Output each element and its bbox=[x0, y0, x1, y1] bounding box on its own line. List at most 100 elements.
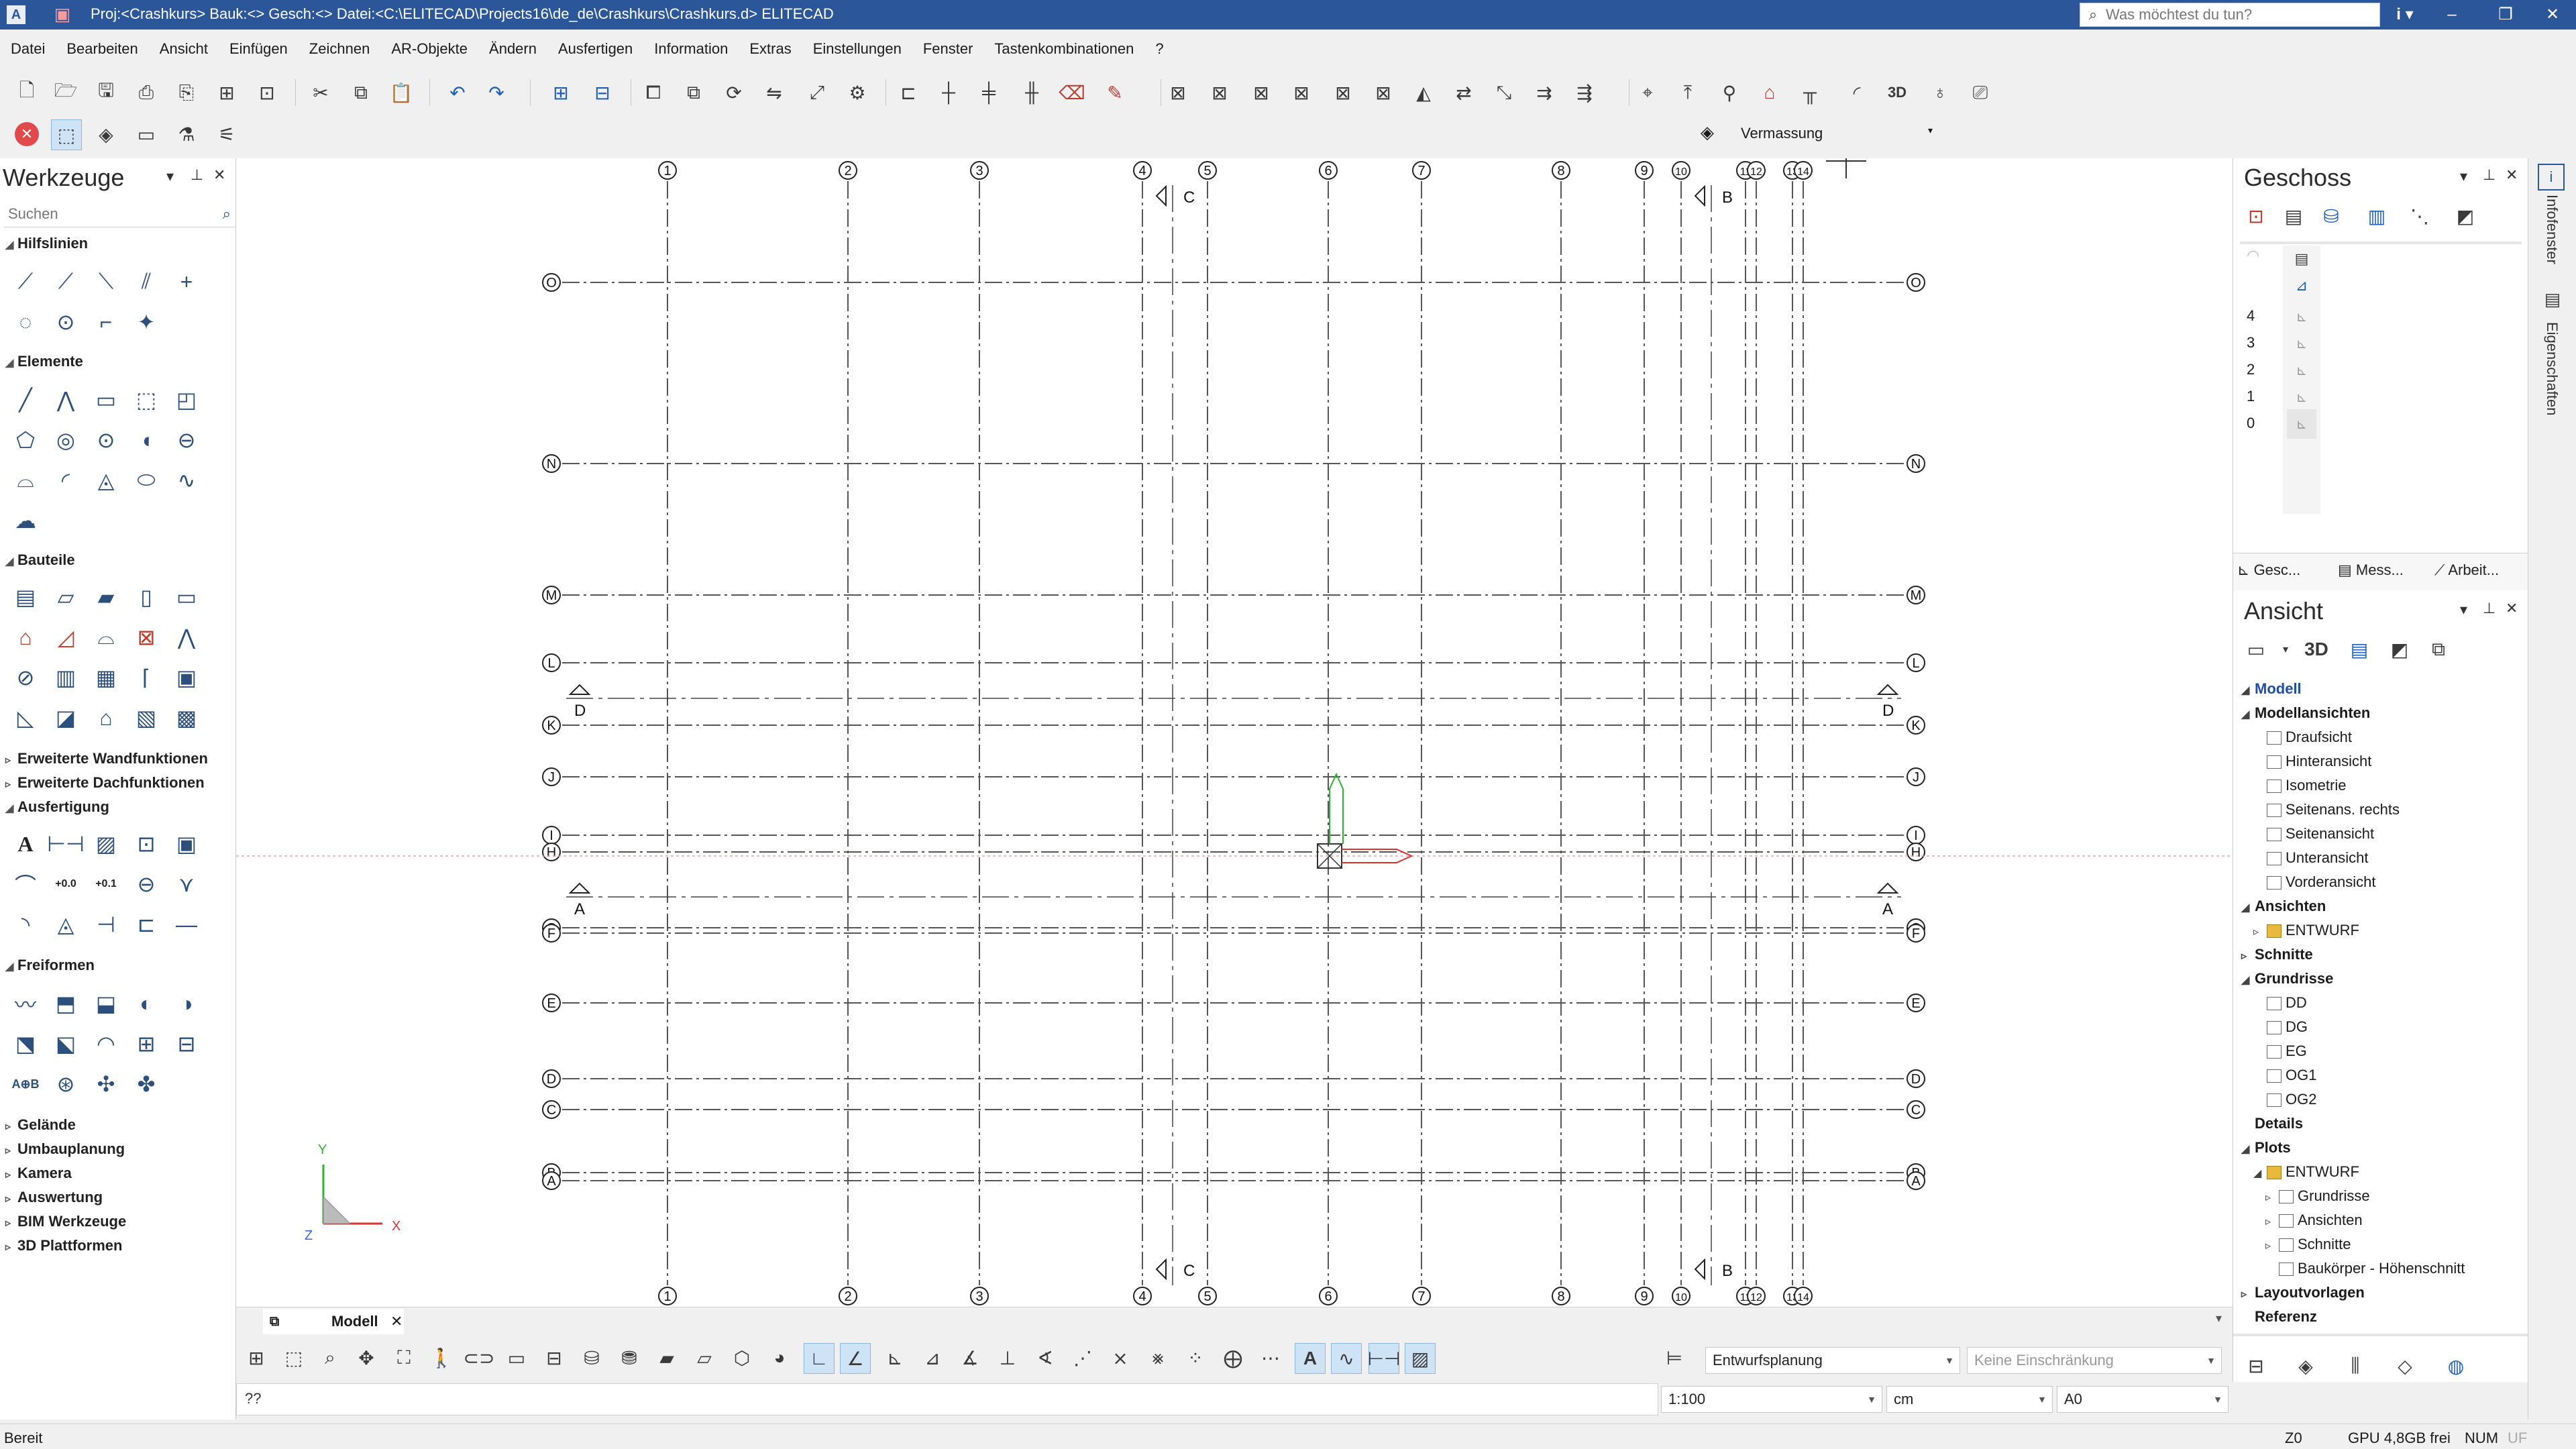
diameter-icon[interactable]: ⊖ bbox=[130, 868, 162, 900]
floor-tree-icon[interactable]: ⋱ bbox=[2405, 201, 2434, 231]
menu-ausfertigen[interactable]: Ausfertigen bbox=[547, 30, 643, 68]
zoom-select-icon[interactable]: ⬚ bbox=[279, 1343, 309, 1373]
center-circle-icon[interactable]: ⊙ bbox=[90, 424, 122, 456]
properties-icon[interactable]: ▤ bbox=[2538, 284, 2567, 314]
section-kamera[interactable]: ▹ Kamera bbox=[5, 1165, 72, 1182]
tree-item[interactable]: DD bbox=[2253, 994, 2307, 1012]
floor-stack-icon[interactable]: ⛁ bbox=[2316, 201, 2346, 231]
rotate-icon[interactable]: ⟳ bbox=[719, 78, 749, 107]
beam-icon[interactable]: ▭ bbox=[170, 581, 203, 613]
dimension-display-icon[interactable]: ⊢⊣ bbox=[1368, 1343, 1400, 1374]
parallel-line-icon[interactable]: ⟋ bbox=[50, 266, 82, 298]
render-icon[interactable]: ⛁ bbox=[577, 1343, 606, 1373]
snap-icon[interactable]: ⌖ bbox=[1633, 78, 1662, 107]
dotted-rectangle-icon[interactable]: ⬚ bbox=[130, 384, 162, 416]
menu-information[interactable]: Information bbox=[643, 30, 739, 68]
view-bottom-icon[interactable]: ⊠ bbox=[1368, 78, 1398, 107]
pin-icon[interactable]: ⊥ bbox=[2483, 600, 2496, 617]
floor-2[interactable]: 2 bbox=[2247, 361, 2255, 378]
floor-properties-icon[interactable]: ▤ bbox=[2279, 201, 2308, 231]
circle-helper-icon[interactable]: ◌ bbox=[9, 306, 42, 338]
roof-icon[interactable]: ⌂ bbox=[9, 621, 42, 653]
freeform-surface-icon[interactable]: 〰 bbox=[9, 987, 42, 1020]
bend-icon[interactable]: ◠ bbox=[90, 1028, 122, 1060]
snap-center-icon[interactable]: ∡ bbox=[955, 1343, 985, 1373]
section-elemente[interactable]: ◢ Elemente bbox=[5, 353, 83, 370]
phase-select[interactable]: Entwurfsplanung ▼ bbox=[1705, 1347, 1960, 1374]
bisector-icon[interactable]: ⫽ bbox=[130, 266, 162, 298]
section-bim-werkzeuge[interactable]: ▹ BIM Werkzeuge bbox=[5, 1213, 126, 1230]
tree-item[interactable]: Unteransicht bbox=[2253, 849, 2369, 867]
snap-point-icon[interactable]: ⁘ bbox=[1181, 1343, 1210, 1373]
point-helper-icon[interactable]: ⊙ bbox=[50, 306, 82, 338]
tree-item[interactable]: ▹ ENTWURF bbox=[2253, 922, 2359, 939]
section-erweiterte-dachfunktionen[interactable]: ▹ Erweiterte Dachfunktionen bbox=[5, 774, 205, 792]
pillar-icon[interactable]: ▯ bbox=[130, 581, 162, 613]
pin-icon[interactable]: ⊥ bbox=[2483, 166, 2496, 184]
copy-icon[interactable]: ⧉ bbox=[346, 78, 376, 107]
tree-item[interactable]: Seitenans. rechts bbox=[2253, 801, 2400, 818]
close-button[interactable]: ✕ bbox=[2529, 0, 2576, 30]
offset-icon[interactable]: ╫ bbox=[1017, 78, 1046, 107]
sphere-icon[interactable]: ◕ bbox=[765, 1343, 794, 1373]
section-umbauplanung[interactable]: ▹ Umbauplanung bbox=[5, 1140, 125, 1158]
elitecad-app-icon[interactable]: A bbox=[7, 5, 25, 24]
text-tool-icon[interactable]: A bbox=[9, 828, 42, 860]
save-icon[interactable]: 🖫 bbox=[91, 78, 121, 107]
ortho-snap-icon[interactable]: ∟ bbox=[804, 1343, 835, 1374]
curve-display-icon[interactable]: ∿ bbox=[1331, 1343, 1362, 1374]
collapsed-icon[interactable]: ▹ bbox=[2253, 925, 2267, 938]
elevation-mark-2-icon[interactable]: +0.1 bbox=[90, 868, 122, 900]
active-floor-icon[interactable]: ⊿ bbox=[2287, 271, 2316, 301]
array-icon[interactable]: ⚙ bbox=[843, 78, 872, 107]
tree-item[interactable]: ◢ Plots bbox=[2241, 1139, 2291, 1157]
polygon-icon[interactable]: ⬠ bbox=[9, 424, 42, 456]
clip-icon[interactable]: ⊟ bbox=[539, 1343, 569, 1373]
section-3d-plattformen[interactable]: ▹ 3D Plattformen bbox=[5, 1237, 122, 1254]
intersect-icon[interactable]: ⊛ bbox=[50, 1068, 82, 1100]
text-display-icon[interactable]: A bbox=[1295, 1343, 1326, 1374]
panel-menu-icon[interactable]: ▾ bbox=[2460, 168, 2467, 185]
section-freiformen[interactable]: ◢ Freiformen bbox=[5, 957, 95, 974]
menu-bearbeiten[interactable]: Bearbeiten bbox=[56, 30, 148, 68]
line-mark-icon[interactable]: — bbox=[170, 908, 203, 941]
axis-mark-icon[interactable]: ⊣ bbox=[90, 908, 122, 941]
tools-search-input[interactable]: Suchen ⌕ bbox=[4, 201, 236, 227]
tree-item[interactable]: Isometrie bbox=[2253, 777, 2346, 794]
dormer-icon[interactable]: ⌓ bbox=[90, 621, 122, 653]
cancel-icon[interactable]: ✕ bbox=[15, 122, 39, 146]
leader-icon[interactable]: ⌒ bbox=[9, 868, 42, 900]
plot-icon[interactable]: ⊞ bbox=[212, 78, 241, 107]
camera-icon[interactable]: ⎚ bbox=[1966, 78, 1995, 107]
floor-3-mark-icon[interactable]: ⊾ bbox=[2287, 329, 2316, 358]
floor-list-icon[interactable]: ▥ bbox=[2362, 201, 2392, 231]
frame-icon[interactable]: ◰ bbox=[170, 384, 203, 416]
new-file-icon[interactable]: 🗋 bbox=[12, 78, 42, 107]
wireframe-icon[interactable]: ▱ bbox=[690, 1343, 719, 1373]
view-copy-icon[interactable]: ⧉ bbox=[2424, 635, 2453, 664]
tree-item[interactable]: ▹ Schnitte bbox=[2241, 946, 2313, 963]
move-body-icon[interactable]: ✣ bbox=[90, 1068, 122, 1100]
print-preview-icon[interactable]: ⎘ bbox=[172, 78, 201, 107]
minimize-button[interactable]: – bbox=[2428, 0, 2475, 30]
union-icon[interactable]: A⊕B bbox=[9, 1068, 42, 1100]
drawing-canvas[interactable]: 1 1 2 2 3 3 4 4 5 5 6 6 7 7 8 8 9 9 10 10 11 11 12 12 13 13 14 14 O O… bbox=[236, 158, 2233, 1307]
align-icon[interactable]: ⇉ bbox=[1529, 78, 1559, 107]
undo-icon[interactable]: ↶ bbox=[443, 78, 472, 107]
tree-item[interactable]: Details bbox=[2241, 1115, 2303, 1132]
tree-item[interactable]: ▹ Grundrisse bbox=[2265, 1187, 2370, 1205]
cut-icon[interactable]: ✂ bbox=[306, 78, 335, 107]
selection-icon[interactable]: ⬚ bbox=[51, 119, 82, 150]
revolve-icon[interactable]: ◐ bbox=[130, 987, 162, 1020]
expanded-icon[interactable]: ◢ bbox=[2241, 684, 2255, 697]
tree-item[interactable]: Seitenansicht bbox=[2253, 825, 2374, 843]
opening-icon[interactable]: ⌂ bbox=[90, 702, 122, 734]
duplicate-icon[interactable]: ⧉ bbox=[679, 78, 708, 107]
edit-pen-icon[interactable]: ✎ bbox=[1100, 78, 1130, 107]
grid-mark-icon[interactable]: ⊏ bbox=[130, 908, 162, 941]
export-icon[interactable]: ⊡ bbox=[252, 78, 282, 107]
library-icon[interactable]: ⫼ bbox=[2341, 1351, 2370, 1381]
boolean-icon[interactable]: ⬔ bbox=[9, 1028, 42, 1060]
view-frame-icon[interactable]: ▭ bbox=[2241, 635, 2271, 664]
layer-selector[interactable]: ◈ Vermassung ▾ bbox=[1694, 119, 1942, 146]
